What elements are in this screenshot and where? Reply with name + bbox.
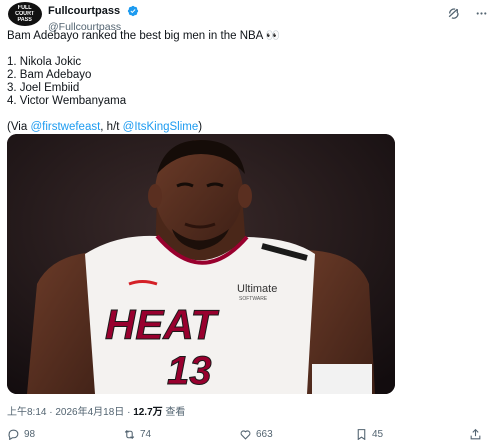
like-button[interactable]: 663 (239, 428, 273, 440)
avatar[interactable]: FULL COURT PASS (8, 2, 42, 26)
repost-button[interactable]: 74 (123, 428, 151, 440)
views-label: 查看 (162, 407, 186, 418)
view-count: 12.7万 (133, 407, 163, 418)
tweet-meta: 上午8:14 · 2026年4月18日 · 12.7万 查看 (7, 403, 185, 418)
list-item: 4. Victor Wembanyama (7, 95, 127, 107)
tweet-line: Bam Adebayo ranked the best big men in t… (7, 30, 281, 42)
reply-count: 98 (24, 429, 36, 440)
jersey-team-text: HEAT (105, 301, 220, 348)
verified-badge-icon (127, 5, 138, 16)
repost-count: 74 (140, 429, 152, 440)
via-line: (Via @firstwefeast, h/t @ItsKingSlime) (7, 121, 487, 134)
bookmark-button[interactable]: 45 (355, 428, 383, 440)
sponsor-sub-text: SOFTWARE (239, 296, 268, 302)
bookmark-icon (357, 429, 366, 440)
mention-link[interactable]: @firstwefeast (30, 121, 100, 133)
share-button[interactable] (469, 428, 482, 440)
more-options-icon[interactable] (474, 6, 488, 20)
display-name[interactable]: Fullcourtpass (48, 5, 120, 17)
jersey-number-text: 13 (167, 349, 212, 393)
via-prefix: (Via (7, 121, 31, 133)
grok-icon[interactable] (446, 6, 460, 20)
author-name-block[interactable]: Fullcourtpass @Fullcourtpass (48, 2, 139, 33)
header-actions (446, 6, 488, 20)
tweet-date[interactable]: 2026年4月18日 (55, 407, 124, 418)
repost-icon (124, 429, 135, 440)
via-suffix: ) (198, 121, 203, 133)
tweet-header: FULL COURT PASS Fullcourtpass @Fullcourt… (8, 2, 492, 33)
heart-icon (240, 430, 251, 440)
tweet-text: Bam Adebayo ranked the best big men in t… (7, 30, 487, 134)
list-item: 3. Joel Embiid (7, 82, 80, 94)
list-item: 2. Bam Adebayo (7, 69, 92, 81)
meta-separator: · (124, 407, 134, 418)
avatar-text-line: PASS (17, 17, 33, 23)
like-count: 663 (256, 429, 273, 440)
via-mid: , h/t (100, 121, 123, 133)
tweet-time[interactable]: 上午8:14 (7, 407, 46, 418)
sponsor-logo-text: Ultimate (237, 283, 277, 295)
reply-button[interactable]: 98 (7, 428, 35, 440)
bookmark-count: 45 (372, 429, 384, 440)
tweet-actions: 98 74 663 45 (7, 428, 493, 440)
share-icon (470, 428, 481, 440)
list-item: 1. Nikola Jokic (7, 56, 82, 68)
mention-link[interactable]: @ItsKingSlime (123, 121, 199, 133)
reply-icon (8, 429, 19, 440)
tweet-photo[interactable]: Ultimate SOFTWARE HEAT 13 (7, 134, 395, 394)
player-photo-illustration: Ultimate SOFTWARE HEAT 13 (7, 134, 395, 394)
